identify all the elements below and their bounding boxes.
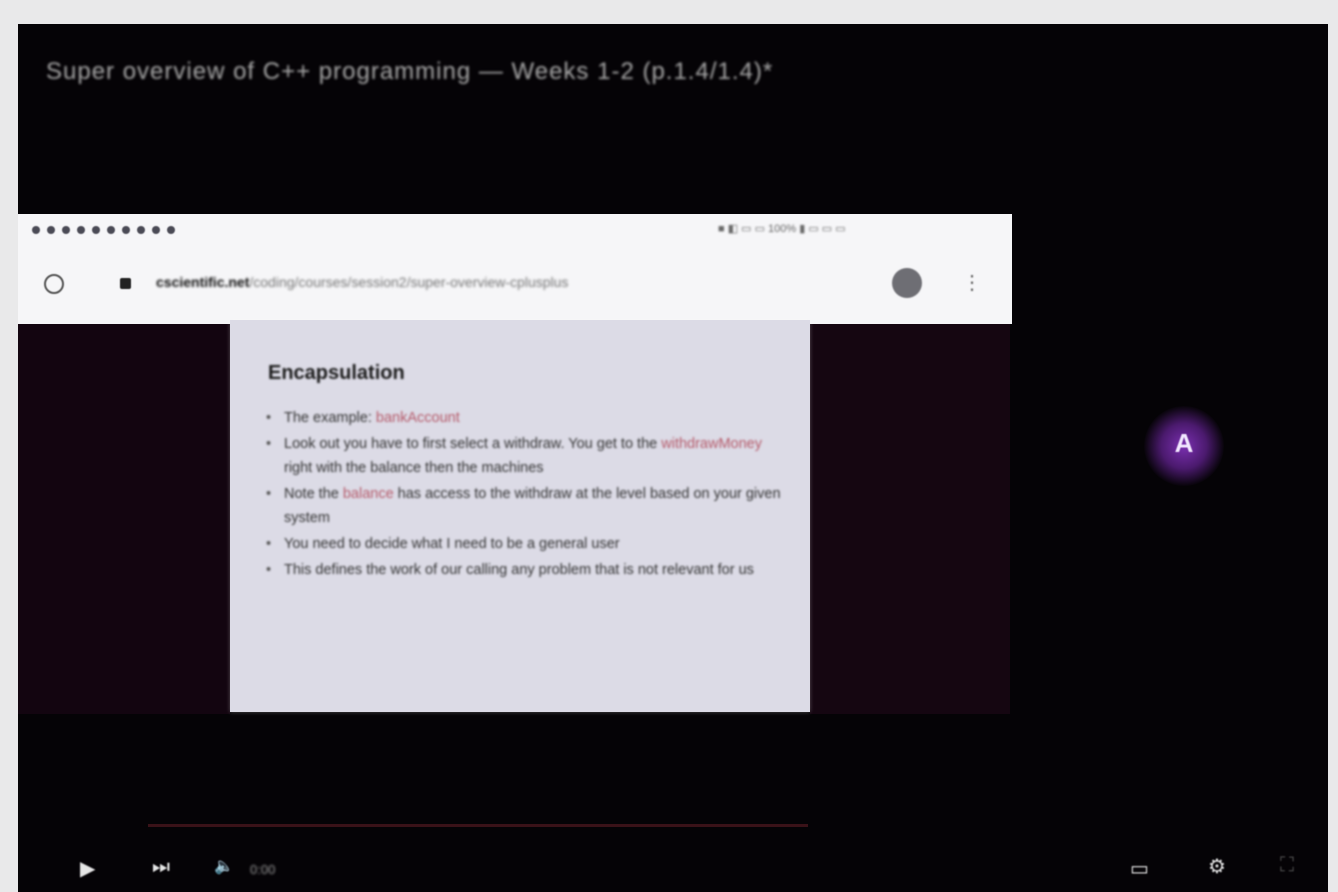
volume-icon[interactable]: 🔈 xyxy=(214,856,234,876)
fullscreen-icon[interactable]: ⛶ xyxy=(1280,854,1294,877)
time-display: 0:00 xyxy=(250,862,276,877)
lock-icon xyxy=(120,278,131,289)
slide-bullet: Look out you have to first select a with… xyxy=(262,432,782,480)
right-dark-band xyxy=(810,324,1010,714)
slide-bullet: You need to decide what I need to be a g… xyxy=(262,532,782,556)
address-bar: cscientific.net/coding/courses/session2/… xyxy=(156,274,846,290)
shared-browser-window: ■ ◧ ▭ ▭ 100% ▮ ▭ ▭ ▭ cscientific.net/cod… xyxy=(18,214,1012,324)
browser-status-icons: ■ ◧ ▭ ▭ 100% ▮ ▭ ▭ ▭ xyxy=(718,223,846,235)
next-icon[interactable]: ⏭ xyxy=(152,856,170,879)
slide-bullet-list: The example: bankAccount Look out you ha… xyxy=(262,406,782,584)
profile-avatar-icon xyxy=(892,268,922,298)
reload-icon xyxy=(44,274,64,294)
more-menu-icon: ⋮ xyxy=(962,272,982,294)
slide-bullet: Note the balance has access to the withd… xyxy=(262,482,782,530)
play-icon[interactable]: ▶ xyxy=(80,856,95,881)
slide-title: Encapsulation xyxy=(268,362,405,384)
url-domain: cscientific.net xyxy=(156,274,250,290)
progress-bar[interactable] xyxy=(148,824,808,827)
slide-bullet: The example: bankAccount xyxy=(262,406,782,430)
presentation-slide: Encapsulation The example: bankAccount L… xyxy=(230,320,810,712)
browser-tab-dots xyxy=(32,226,175,234)
participant-avatar-letter: A xyxy=(1174,428,1194,458)
video-title: Super overview of C++ programming — Week… xyxy=(46,58,774,85)
url-path: /coding/courses/session2/super-overview-… xyxy=(249,274,569,290)
left-dark-band xyxy=(18,324,230,714)
slide-bullet: This defines the work of our calling any… xyxy=(262,558,782,582)
video-player[interactable]: Super overview of C++ programming — Week… xyxy=(18,24,1328,892)
player-controls: ▶ ⏭ 🔈 0:00 ▭ ⚙ ⛶ xyxy=(18,850,1328,892)
subtitles-icon[interactable]: ▭ xyxy=(1130,856,1149,881)
settings-gear-icon[interactable]: ⚙ xyxy=(1208,854,1226,879)
